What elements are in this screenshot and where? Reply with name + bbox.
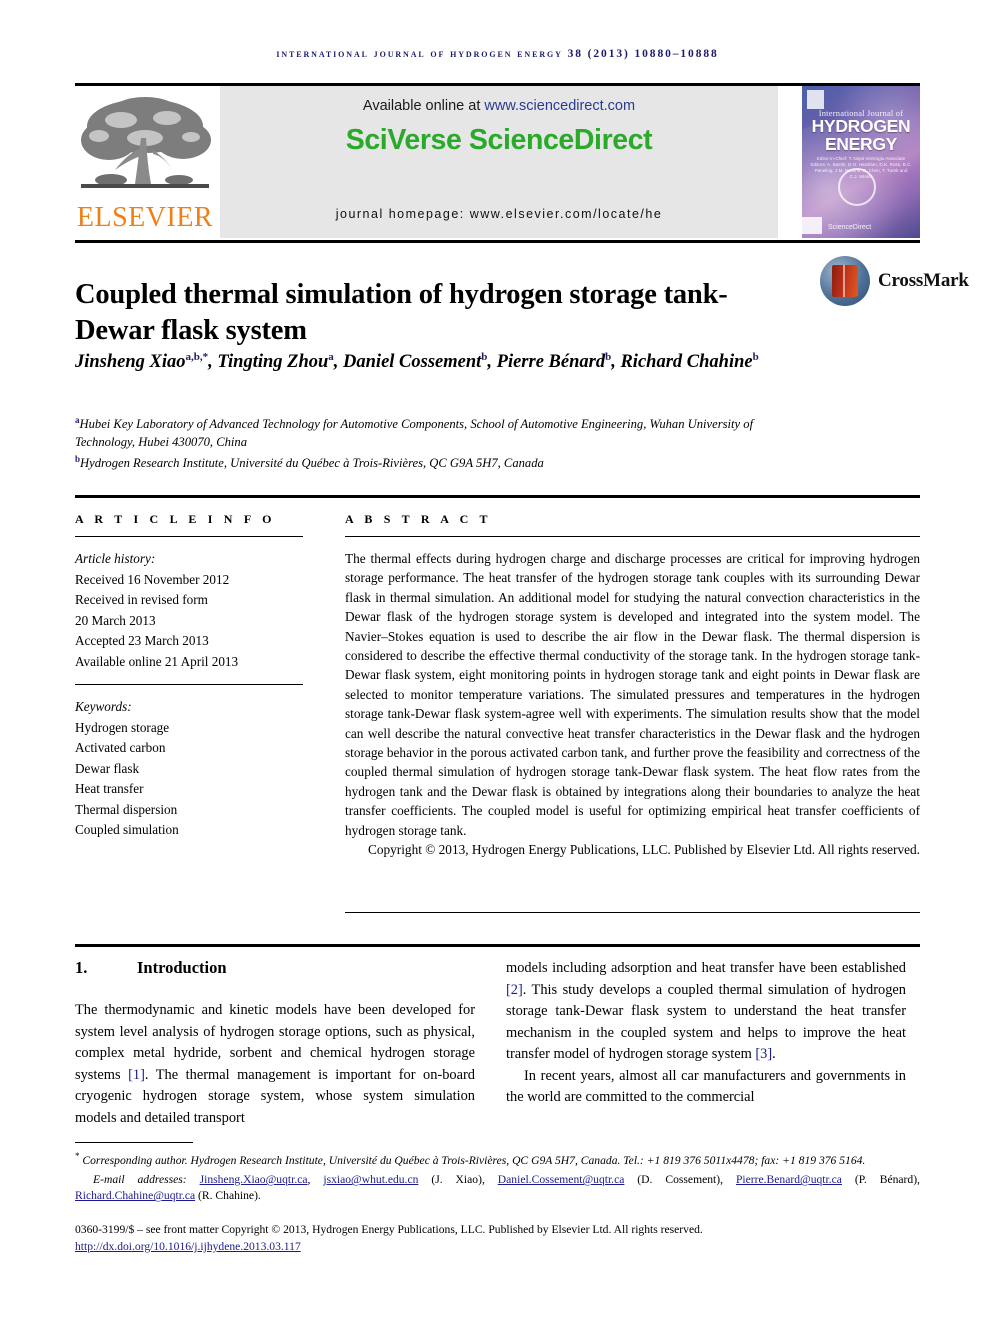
article-info-column: A R T I C L E I N F O Article history: R… [75, 512, 303, 841]
paper-sheet: International Journal of Hydrogen Energy… [75, 0, 969, 1323]
body-paragraph-text: models including adsorption and heat tra… [506, 960, 906, 1062]
body-column-left: 1. Introduction The thermodynamic and kin… [75, 958, 475, 1129]
body-top-rule [75, 944, 920, 947]
doi-link[interactable]: http://dx.doi.org/10.1016/j.ijhydene.201… [75, 1240, 301, 1253]
keywords-rule [75, 684, 303, 685]
footnote-rule [75, 1142, 193, 1144]
section-number: 1. [75, 958, 88, 977]
masthead: ELSEVIER Available online at www.science… [75, 86, 920, 238]
keyword-item: Thermal dispersion [75, 801, 178, 817]
abstract-column: A B S T R A C T The thermal effects duri… [345, 512, 920, 860]
cover-title-line1: HYDROGEN [811, 116, 911, 136]
email-suffix: , [307, 1173, 311, 1187]
abstract-copyright-text: Copyright © 2013, Hydrogen Energy Public… [367, 842, 920, 858]
keyword-item: Hydrogen storage [75, 719, 170, 735]
keyword-item: Heat transfer [75, 781, 144, 796]
abstract-text: The thermal effects during hydrogen char… [345, 551, 920, 838]
keywords-label: Keywords: [75, 699, 132, 714]
journal-cover-thumbnail: International Journal of HYDROGEN ENERGY… [802, 86, 920, 238]
email-suffix: (J. Xiao), [418, 1173, 485, 1187]
crossmark-book-icon [832, 265, 858, 297]
elsevier-tree-icon [81, 97, 211, 188]
body-paragraph: The thermodynamic and kinetic models hav… [75, 1000, 475, 1129]
history-item: Received in revised form [75, 592, 208, 607]
sciencedirect-panel: Available online at www.sciencedirect.co… [220, 86, 778, 238]
available-online-prefix: Available online at [362, 98, 485, 114]
cover-footer: ScienceDirect [808, 224, 914, 232]
cover-title-line2: ENERGY [824, 134, 898, 154]
available-online-line: Available online at www.sciencedirect.co… [220, 98, 778, 114]
body-column-right: models including adsorption and heat tra… [506, 958, 906, 1109]
running-head: International Journal of Hydrogen Energy… [276, 48, 719, 60]
history-item: Available online 21 April 2013 [75, 653, 239, 669]
paper-page: International Journal of Hydrogen Energy… [0, 0, 992, 1323]
email-link[interactable]: Richard.Chahine@uqtr.ca [75, 1189, 195, 1202]
email-addresses-label: E-mail addresses: [93, 1173, 187, 1187]
crossmark-circle-icon [820, 256, 870, 306]
affiliation-a-text: Hubei Key Laboratory of Advanced Technol… [75, 417, 754, 449]
reference-marker[interactable]: [3] [755, 1046, 772, 1062]
email-link[interactable]: Pierre.Benard@uqtr.ca [736, 1173, 842, 1186]
body-paragraph-text: The thermodynamic and kinetic models hav… [75, 1002, 475, 1126]
article-history: Article history: Received 16 November 20… [75, 549, 303, 672]
abstract-rule [345, 536, 920, 537]
abstract-heading: A B S T R A C T [345, 512, 492, 526]
article-info-heading: A R T I C L E I N F O [75, 512, 276, 526]
affiliation-list: aHubei Key Laboratory of Advanced Techno… [75, 412, 815, 473]
email-suffix: (P. Bénard), [841, 1173, 920, 1187]
email-link[interactable]: Daniel.Cossement@uqtr.ca [498, 1173, 625, 1186]
corresponding-author-note: * Corresponding author. Hydrogen Researc… [75, 1148, 920, 1169]
email-link[interactable]: jsxiao@whut.edu.cn [323, 1173, 418, 1186]
keyword-item: Activated carbon [75, 740, 166, 755]
abstract-bottom-rule [345, 912, 920, 914]
elsevier-logo: ELSEVIER [75, 86, 215, 238]
body-paragraph: models including adsorption and heat tra… [506, 958, 906, 1066]
footnote-block: * Corresponding author. Hydrogen Researc… [75, 1148, 920, 1204]
body-paragraph: In recent years, almost all car manufact… [506, 1066, 906, 1109]
cover-ring-decoration [838, 168, 876, 206]
author-list: Jinsheng Xiaoa,b,*, Tingting Zhoua, Dani… [75, 345, 815, 375]
email-link[interactable]: Jinsheng.Xiao@uqtr.ca [200, 1173, 308, 1186]
corresponding-author-text: Corresponding author. Hydrogen Research … [82, 1153, 866, 1167]
sciverse-sciencedirect-wordmark: SciVerse ScienceDirect [345, 124, 653, 156]
abstract-copyright: Copyright © 2013, Hydrogen Energy Public… [345, 840, 920, 859]
sciencedirect-url-link[interactable]: www.sciencedirect.com [484, 98, 635, 114]
journal-homepage-line[interactable]: journal homepage: www.elsevier.com/locat… [220, 207, 778, 221]
section-heading-introduction: 1. Introduction [75, 958, 475, 978]
email-addresses-note: E-mail addresses: Jinsheng.Xiao@uqtr.ca,… [75, 1172, 920, 1204]
email-suffix: (D. Cossement), [624, 1173, 724, 1187]
issn-block: 0360-3199/$ – see front matter Copyright… [75, 1222, 920, 1255]
cover-title: HYDROGEN ENERGY [802, 117, 920, 153]
keyword-item: Coupled simulation [75, 822, 179, 837]
history-item: Accepted 23 March 2013 [75, 633, 209, 648]
article-info-rule [75, 536, 303, 537]
keyword-item: Dewar flask [75, 760, 140, 776]
issn-line: 0360-3199/$ – see front matter Copyright… [75, 1223, 703, 1236]
masthead-bottom-rule [75, 240, 920, 243]
article-history-label: Article history: [75, 551, 156, 566]
body-paragraph-text: In recent years, almost all car manufact… [506, 1067, 906, 1106]
info-top-rule [75, 495, 920, 498]
keyword-list: Keywords: Hydrogen storage Activated car… [75, 697, 303, 841]
section-title: Introduction [137, 958, 227, 977]
elsevier-wordmark: ELSEVIER [76, 202, 214, 233]
crossmark-badge[interactable]: CrossMark [820, 256, 992, 318]
cover-elsevier-mark [807, 90, 824, 109]
affiliation-b-text: Hydrogen Research Institute, Université … [80, 456, 544, 471]
email-suffix: (R. Chahine). [195, 1189, 261, 1203]
history-item: Received 16 November 2012 [75, 571, 230, 587]
authors-text: Jinsheng Xiaoa,b,*, Tingting Zhoua, Dani… [75, 351, 759, 373]
affiliation-a: aHubei Key Laboratory of Advanced Techno… [75, 412, 815, 451]
history-item: 20 March 2013 [75, 612, 156, 628]
affiliation-b: bHydrogen Research Institute, Université… [75, 451, 815, 473]
reference-marker[interactable]: [1] [128, 1067, 145, 1083]
reference-marker[interactable]: [2] [506, 982, 523, 998]
cover-footer-brand: ScienceDirect [828, 224, 872, 231]
asterisk-icon: * [75, 1151, 80, 1161]
page-title: Coupled thermal simulation of hydrogen s… [75, 279, 728, 347]
crossmark-label: CrossMark [878, 270, 969, 291]
